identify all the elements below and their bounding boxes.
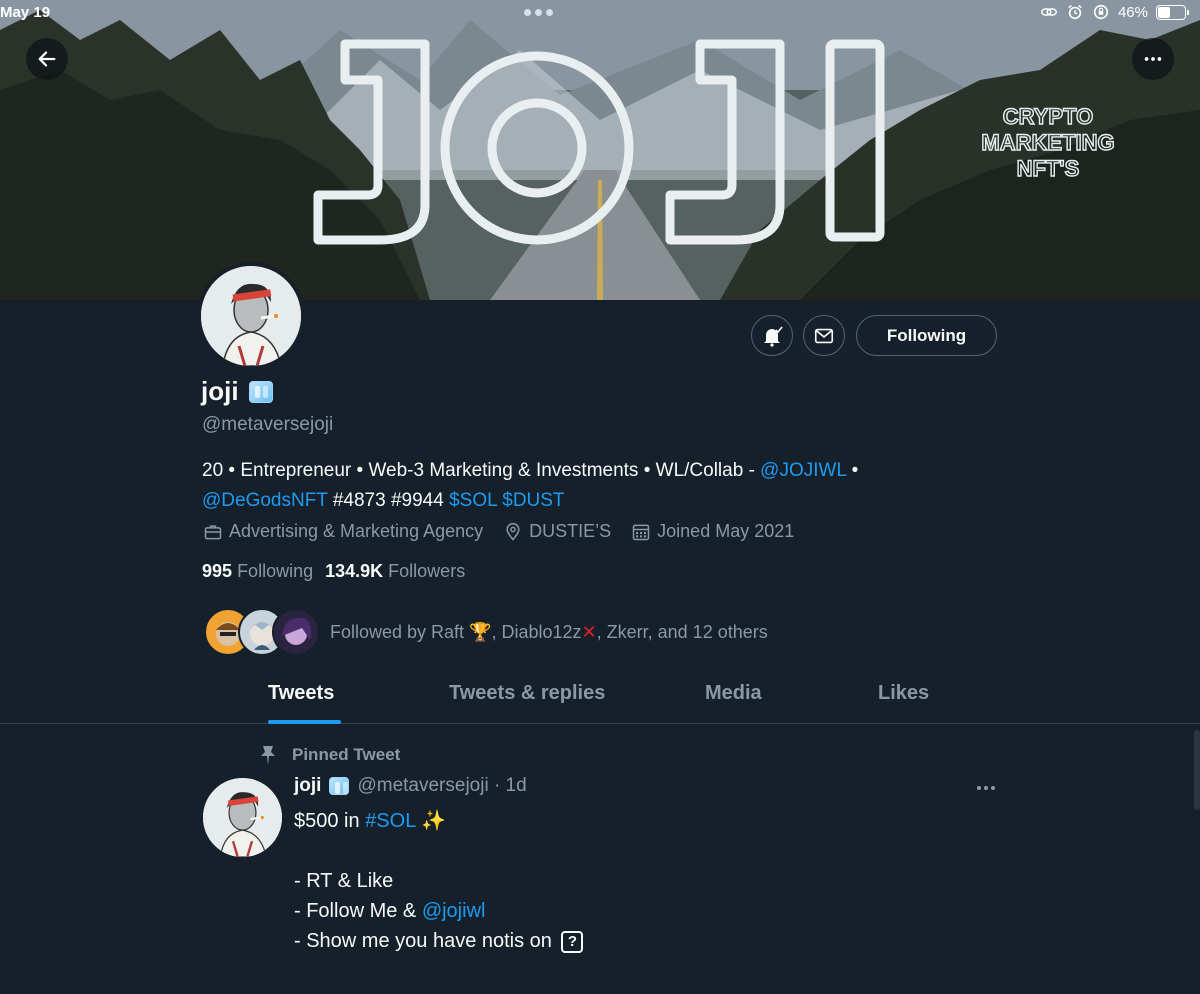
scrollbar[interactable] <box>1194 730 1200 810</box>
profile-meta: Advertising & Marketing Agency DUSTIE’S … <box>203 521 814 542</box>
bell-check-icon <box>764 326 783 347</box>
ice-cube-emoji-icon <box>329 777 350 795</box>
banner-side-text-3: NFT'S <box>1017 156 1080 181</box>
followed-by[interactable]: Followed by Raft 🏆, Diablo12z✕, Zkerr, a… <box>204 608 768 656</box>
tweet-text: - Show me you have notis on <box>294 930 552 952</box>
followed-by-mid: , Diablo12z <box>491 621 582 642</box>
profile-location: DUSTIE’S <box>503 521 611 542</box>
tweet-line-2: - RT & Like <box>294 870 394 892</box>
following-button[interactable]: Following <box>856 315 997 356</box>
briefcase-icon <box>204 524 222 539</box>
avatar-illustration <box>201 266 301 366</box>
battery-percent: 46% <box>1117 3 1148 21</box>
bio-cashtags[interactable]: $SOL $DUST <box>449 490 564 511</box>
more-options-button[interactable] <box>1132 38 1174 80</box>
avatar <box>272 608 320 656</box>
pin-icon <box>261 746 275 765</box>
tweet-author-name[interactable]: joji <box>294 775 321 797</box>
alarm-icon <box>1068 5 1082 20</box>
banner-side-text-1: CRYPTO <box>1003 104 1093 129</box>
profile-bio: 20 • Entrepreneur • Web-3 Marketing & In… <box>202 456 1002 516</box>
avatar-illustration <box>203 778 282 857</box>
following-label: Following <box>237 561 314 581</box>
multitask-dots[interactable] <box>524 9 553 16</box>
status-indicators: 46% <box>1040 3 1189 21</box>
arrow-left-icon <box>38 51 56 67</box>
profile-name-row: joji <box>201 376 273 407</box>
bio-bullet: • <box>846 460 859 481</box>
message-button[interactable] <box>803 315 845 356</box>
profile-stats: 995 Following 134.9K Followers <box>202 561 465 582</box>
tweet-handle-time[interactable]: @metaversejoji · 1d <box>357 775 526 797</box>
link-icon <box>1041 8 1057 16</box>
location-text: DUSTIE’S <box>529 521 612 541</box>
more-horizontal-icon <box>1144 57 1162 61</box>
tweet-text: - Follow Me & <box>294 900 422 922</box>
battery-level <box>1158 6 1170 18</box>
cross-mark-emoji-icon: ✕ <box>581 621 597 642</box>
hashtag-sol[interactable]: #SOL <box>365 810 415 832</box>
question-box-emoji-icon: ? <box>561 930 584 953</box>
bio-mention-jojiwl[interactable]: @JOJIWL <box>760 460 846 481</box>
bio-mention-degods[interactable]: @DeGodsNFT <box>202 490 328 511</box>
tweet-author-avatar[interactable] <box>203 778 282 857</box>
bio-line-2: @DeGodsNFT #4873 #9944 $SOL $DUST <box>202 486 1002 516</box>
profile-joined: Joined May 2021 <box>631 521 794 542</box>
calendar-icon <box>632 524 650 540</box>
bio-hashtags: #4873 #9944 <box>327 490 450 511</box>
tab-tweets[interactable]: Tweets <box>268 682 334 705</box>
profile-handle: @metaversejoji <box>202 414 334 435</box>
tweet-spacer <box>294 836 994 866</box>
tweet-more-button[interactable] <box>972 776 1000 800</box>
profile-avatar[interactable] <box>197 262 305 370</box>
battery-icon <box>1156 4 1189 20</box>
followed-by-text: Followed by Raft 🏆, Diablo12z✕, Zkerr, a… <box>330 622 768 643</box>
profile-display-name: joji <box>201 376 239 406</box>
pinned-text: Pinned Tweet <box>292 745 401 764</box>
tab-tweets-replies[interactable]: Tweets & replies <box>449 682 605 705</box>
profile-screen: CRYPTO MARKETING NFT'S May 19 46% Follow… <box>0 0 1200 994</box>
status-time: May 19 <box>0 4 51 21</box>
profile-tabs: Tweets Tweets & replies Media Likes <box>0 670 1200 724</box>
tweet-body: $500 in #SOL ✨ - RT & Like - Follow Me &… <box>294 806 994 956</box>
followed-by-prefix: Followed by Raft <box>330 621 470 642</box>
tweet-line-1: $500 in #SOL ✨ <box>294 806 994 836</box>
sparkles-emoji-icon: ✨ <box>421 810 447 832</box>
followers-label: Followers <box>388 561 466 581</box>
bio-line-1: 20 • Entrepreneur • Web-3 Marketing & In… <box>202 456 1002 486</box>
profile-category: Advertising & Marketing Agency <box>203 521 483 542</box>
bio-text: 20 • Entrepreneur • Web-3 Marketing & In… <box>202 460 761 481</box>
tweet-header: joji @metaversejoji · 1d <box>294 775 527 797</box>
followers-stat[interactable]: 134.9K Followers <box>325 561 465 582</box>
pinned-tweet-label: Pinned Tweet <box>258 744 400 766</box>
notifications-button[interactable] <box>751 315 793 356</box>
banner-landscape: CRYPTO MARKETING NFT'S <box>0 0 1200 300</box>
mention-jojiwl[interactable]: @jojiwl <box>422 900 486 922</box>
following-stat[interactable]: 995 Following <box>202 561 313 582</box>
tab-likes[interactable]: Likes <box>878 682 929 705</box>
category-text: Advertising & Marketing Agency <box>229 521 484 541</box>
followers-count: 134.9K <box>325 561 384 581</box>
rotation-lock-icon <box>1093 4 1109 20</box>
tweet-line-4: - Show me you have notis on ? <box>294 926 994 956</box>
trophy-emoji-icon: 🏆 <box>469 621 492 642</box>
banner-side-text-2: MARKETING <box>981 130 1114 155</box>
location-pin-icon <box>506 522 520 541</box>
active-tab-indicator <box>268 720 341 724</box>
envelope-icon <box>814 328 834 343</box>
tab-media[interactable]: Media <box>705 682 762 705</box>
tweet-line-3: - Follow Me & @jojiwl <box>294 896 994 926</box>
followed-by-avatars <box>204 608 320 656</box>
status-bar: May 19 46% <box>0 0 1200 28</box>
profile-banner[interactable]: CRYPTO MARKETING NFT'S May 19 46% <box>0 0 1200 300</box>
joined-text: Joined May 2021 <box>657 521 795 541</box>
back-button[interactable] <box>26 38 68 80</box>
following-count: 995 <box>202 561 233 581</box>
ice-cube-emoji-icon <box>248 380 273 403</box>
followed-by-suffix: , Zkerr, and 12 others <box>596 621 768 642</box>
tweet-text: $500 in <box>294 810 366 832</box>
